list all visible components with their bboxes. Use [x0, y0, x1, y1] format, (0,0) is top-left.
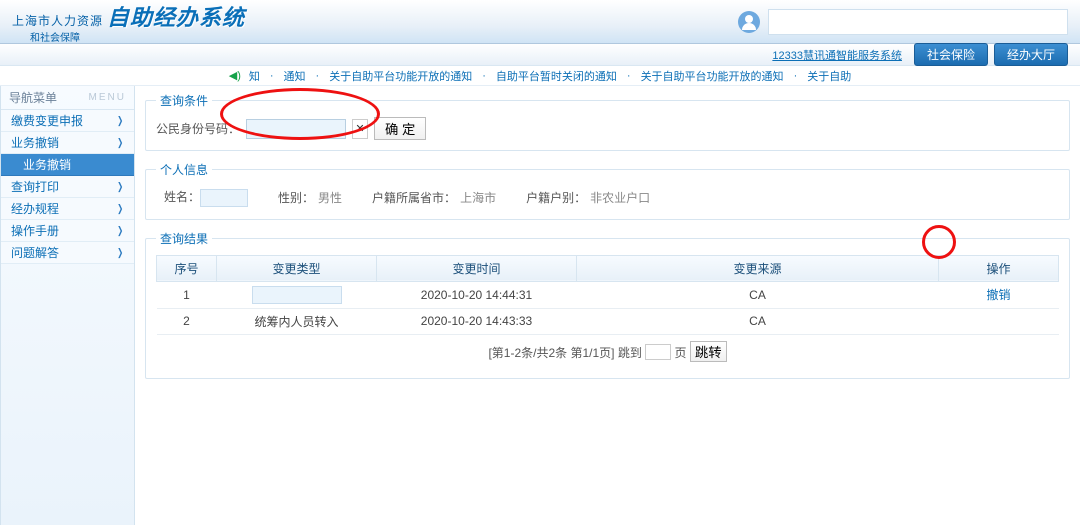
chevron-right-icon: ❯: [117, 242, 123, 264]
pager: [第1-2条/共2条 第1/1页] 跳到 页 跳转: [156, 335, 1059, 368]
confirm-button[interactable]: 确 定: [374, 117, 426, 140]
brand-org1: 上海市人力资源: [12, 12, 103, 29]
cell-type: [217, 281, 377, 308]
cell-source: CA: [577, 308, 939, 334]
notice-link[interactable]: 自助平台暂时关闭的通知: [496, 68, 617, 84]
chevron-right-icon: ❯: [117, 110, 123, 132]
sidebar-item-faq[interactable]: 问题解答 ❯: [1, 242, 134, 264]
module-nav: 社会保险 经办大厅: [914, 43, 1068, 66]
sidebar-item-label: 经办规程: [11, 198, 59, 220]
sidebar-sub-biz-revoke-active[interactable]: 业务撤销: [1, 154, 134, 176]
table-row: 1 2020-10-20 14:44:31 CA 撤销: [157, 281, 1059, 308]
col-type: 变更类型: [217, 255, 377, 281]
col-op: 操作: [939, 255, 1059, 281]
type-value-box: [252, 286, 342, 304]
sidebar-item-biz-revoke[interactable]: 业务撤销 ❯: [1, 132, 134, 154]
query-conditions-fieldset: 查询条件 公民身份号码： ✕ 确 定: [145, 92, 1070, 151]
notice-link[interactable]: 关于自助平台功能开放的通知: [329, 68, 472, 84]
sidebar-title-text: 导航菜单: [9, 86, 57, 109]
gender-value: 男性: [318, 191, 342, 205]
cell-type: 统筹内人员转入: [217, 308, 377, 334]
province-label: 户籍所属省市：: [372, 191, 456, 205]
col-seq: 序号: [157, 255, 217, 281]
sidebar: 导航菜单 MENU 缴费变更申报 ❯ 业务撤销 ❯ 业务撤销 查询打印 ❯ 经办规程 ❯…: [0, 86, 135, 525]
sidebar-item-fee-change[interactable]: 缴费变更申报 ❯: [1, 110, 134, 132]
sidebar-item-label: 业务撤销: [11, 132, 59, 154]
pager-suffix: 页: [675, 346, 687, 360]
brand-system-name: 自助经办系统: [107, 0, 245, 32]
col-time: 变更时间: [377, 255, 577, 281]
revoke-link[interactable]: 撤销: [986, 288, 1010, 302]
query-result-fieldset: 查询结果 序号 变更类型 变更时间 变更来源 操作 1 2020-10-20 1…: [145, 230, 1070, 379]
chevron-right-icon: ❯: [117, 220, 123, 242]
sidebar-item-label: 操作手册: [11, 220, 59, 242]
sidebar-item-manual[interactable]: 操作手册 ❯: [1, 220, 134, 242]
sidebar-item-procedure[interactable]: 经办规程 ❯: [1, 198, 134, 220]
chevron-right-icon: ❯: [117, 132, 123, 154]
notice-link[interactable]: 关于自助: [807, 68, 851, 84]
sidebar-title: 导航菜单 MENU: [1, 86, 134, 110]
clear-input-button[interactable]: ✕: [352, 119, 368, 139]
id-number-label: 公民身份号码：: [156, 120, 240, 137]
gender-label: 性别：: [278, 191, 314, 205]
notice-link[interactable]: 关于自助平台功能开放的通知: [641, 68, 784, 84]
result-legend: 查询结果: [156, 230, 212, 247]
col-source: 变更来源: [577, 255, 939, 281]
cell-time: 2020-10-20 14:43:33: [377, 308, 577, 334]
notice-link[interactable]: 通知: [284, 68, 306, 84]
cell-seq: 2: [157, 308, 217, 334]
result-table: 序号 变更类型 变更时间 变更来源 操作 1 2020-10-20 14:44:…: [156, 255, 1059, 335]
pager-jump-button[interactable]: 跳转: [690, 341, 727, 362]
cell-source: CA: [577, 281, 939, 308]
brand: 上海市人力资源 和社会保障 自助经办系统: [12, 0, 245, 44]
notice-marquee: ◀) 知 通知 关于自助平台功能开放的通知 自助平台暂时关闭的通知 关于自助平台…: [0, 66, 1080, 86]
sidebar-item-label: 查询打印: [11, 176, 59, 198]
huji-label: 户籍户别：: [526, 191, 586, 205]
pill-agency-hall[interactable]: 经办大厅: [994, 43, 1068, 66]
sidebar-item-label: 缴费变更申报: [11, 110, 83, 132]
smart-service-link[interactable]: 12333慧讯通智能服务系统: [772, 47, 902, 63]
sidebar-item-query-print[interactable]: 查询打印 ❯: [1, 176, 134, 198]
name-label: 姓名：: [164, 190, 200, 204]
province-value: 上海市: [460, 191, 496, 205]
pill-social-insurance[interactable]: 社会保险: [914, 43, 988, 66]
chevron-right-icon: ❯: [117, 176, 123, 198]
huji-value: 非农业户口: [590, 191, 650, 205]
person-info-fieldset: 个人信息 姓名： 性别： 男性 户籍所属省市： 上海市 户籍户别： 非农业户口: [145, 161, 1070, 220]
cell-time: 2020-10-20 14:44:31: [377, 281, 577, 308]
name-value-box: [200, 189, 248, 207]
pager-page-input[interactable]: [645, 344, 671, 360]
user-avatar-icon: [738, 11, 760, 33]
sidebar-sub-label: 业务撤销: [23, 158, 71, 172]
sub-header: 12333慧讯通智能服务系统 社会保险 经办大厅: [0, 44, 1080, 66]
app-header: 上海市人力资源 和社会保障 自助经办系统: [0, 0, 1080, 44]
notice-prefix: 知: [249, 68, 260, 84]
main-content: 查询条件 公民身份号码： ✕ 确 定 个人信息 姓名： 性别： 男性 户籍所属省市…: [135, 86, 1080, 525]
sidebar-menu-label: MENU: [89, 86, 126, 109]
sidebar-item-label: 问题解答: [11, 242, 59, 264]
cell-seq: 1: [157, 281, 217, 308]
id-number-input[interactable]: [246, 119, 346, 139]
table-row: 2 统筹内人员转入 2020-10-20 14:43:33 CA: [157, 308, 1059, 334]
pager-text: [第1-2条/共2条 第1/1页] 跳到: [488, 346, 641, 360]
brand-org2: 和社会保障: [30, 29, 103, 44]
person-legend: 个人信息: [156, 161, 212, 178]
chevron-right-icon: ❯: [117, 198, 123, 220]
speaker-icon: ◀): [229, 69, 241, 82]
query-legend: 查询条件: [156, 92, 212, 109]
user-info-box: [768, 9, 1068, 35]
